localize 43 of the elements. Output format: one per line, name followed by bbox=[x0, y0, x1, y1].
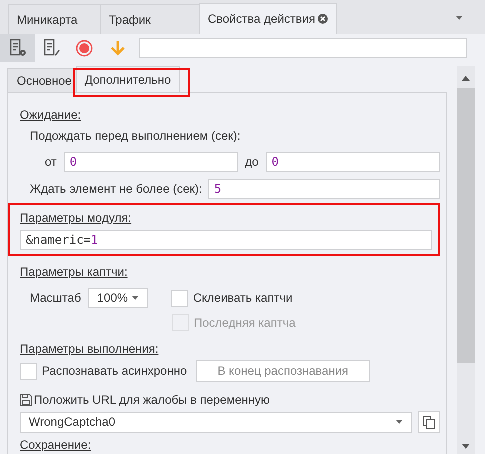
section-heading: Параметры модуля: bbox=[20, 211, 132, 226]
checkbox-label: Последняя каптча bbox=[194, 316, 296, 330]
checkbox-label: Распознавать асинхронно bbox=[42, 364, 188, 378]
record-icon bbox=[76, 40, 93, 56]
section-heading: Параметры каптчи: bbox=[20, 265, 128, 280]
field-label: от bbox=[45, 155, 57, 169]
scroll-up-icon[interactable] bbox=[462, 76, 470, 81]
field-label: Подождать перед выполнением (сек): bbox=[30, 129, 242, 143]
section-heading: Ожидание: bbox=[20, 108, 82, 123]
field-label: Ждать элемент не более (сек): bbox=[30, 182, 202, 196]
input-field[interactable]: 0 bbox=[64, 152, 238, 172]
tab[interactable]: Основное bbox=[7, 68, 77, 92]
checkbox-label: Склеивать каптчи bbox=[193, 291, 293, 305]
tab[interactable]: Дополнительно bbox=[76, 66, 180, 92]
input-field[interactable]: &nameric=1 bbox=[20, 230, 432, 250]
scroll-down-icon[interactable] bbox=[462, 444, 470, 449]
input-field[interactable]: 5 bbox=[208, 179, 440, 199]
caret-icon bbox=[456, 16, 463, 20]
tab[interactable]: Свойства действия bbox=[199, 3, 337, 34]
caret-icon bbox=[132, 296, 140, 300]
field-label: Положить URL для жалобы в переменную bbox=[34, 393, 270, 407]
input-field[interactable] bbox=[139, 38, 467, 58]
checkbox[interactable] bbox=[171, 290, 188, 306]
dropdown[interactable]: WrongCaptcha0 bbox=[20, 412, 412, 432]
save-icon bbox=[20, 394, 32, 406]
tab[interactable]: Миникарта bbox=[8, 4, 101, 34]
copy-button[interactable] bbox=[418, 411, 440, 433]
field-label: до bbox=[245, 155, 259, 169]
close-icon[interactable] bbox=[318, 14, 328, 24]
copy-icon bbox=[423, 416, 435, 428]
checkbox[interactable] bbox=[20, 362, 37, 380]
scrollbar[interactable] bbox=[457, 66, 475, 454]
document-pen-icon bbox=[42, 39, 60, 57]
field-label: Масштаб bbox=[30, 291, 82, 305]
section-heading: Сохранение: bbox=[20, 438, 92, 453]
arrow-down-icon bbox=[110, 40, 126, 56]
section-heading: Параметры выполнения: bbox=[20, 342, 159, 357]
dropdown[interactable]: 100% bbox=[88, 288, 148, 308]
caret-icon bbox=[396, 420, 403, 424]
input-field[interactable]: 0 bbox=[266, 152, 440, 172]
document-gear-icon bbox=[8, 39, 26, 57]
scrollbar-thumb[interactable] bbox=[457, 88, 475, 363]
toolbar-button[interactable] bbox=[0, 34, 35, 62]
